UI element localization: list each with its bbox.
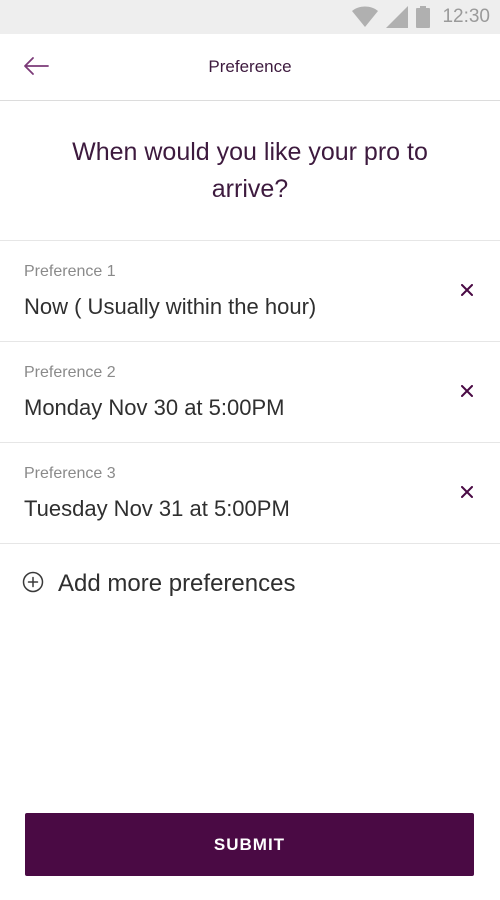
preference-row-1[interactable]: Preference 1 Now ( Usually within the ho…: [0, 241, 500, 342]
cell-signal-icon: [386, 6, 409, 28]
submit-button[interactable]: SUBMIT: [25, 813, 474, 876]
remove-preference-button[interactable]: [456, 382, 478, 404]
add-more-label: Add more preferences: [58, 570, 296, 597]
back-arrow-icon: [23, 56, 49, 81]
page-title: Preference: [208, 57, 292, 76]
plus-circle-icon: [22, 571, 44, 598]
preference-label: Preference 2: [24, 364, 116, 381]
status-time: 12:30: [442, 6, 490, 27]
preference-row-3[interactable]: Preference 3 Tuesday Nov 31 at 5:00PM: [0, 443, 500, 544]
remove-preference-button[interactable]: [456, 281, 478, 303]
close-icon: [461, 485, 473, 503]
close-icon: [461, 283, 473, 301]
status-bar: 12:30: [0, 0, 500, 34]
preference-value: Monday Nov 30 at 5:00PM: [24, 395, 285, 420]
preference-label: Preference 1: [24, 263, 116, 280]
preference-value: Tuesday Nov 31 at 5:00PM: [24, 496, 290, 521]
preference-label: Preference 3: [24, 465, 116, 482]
remove-preference-button[interactable]: [456, 483, 478, 505]
preference-row-2[interactable]: Preference 2 Monday Nov 30 at 5:00PM: [0, 342, 500, 443]
add-more-preferences-button[interactable]: Add more preferences: [22, 566, 295, 602]
question-heading: When would you like your pro to arrive?: [72, 137, 428, 203]
question-section: When would you like your pro to arrive?: [0, 101, 500, 241]
wifi-icon: [352, 6, 379, 28]
app-bar: Preference: [0, 34, 500, 101]
battery-icon: [416, 6, 431, 28]
preference-value: Now ( Usually within the hour): [24, 294, 317, 319]
back-button[interactable]: [22, 54, 50, 82]
close-icon: [461, 384, 473, 402]
